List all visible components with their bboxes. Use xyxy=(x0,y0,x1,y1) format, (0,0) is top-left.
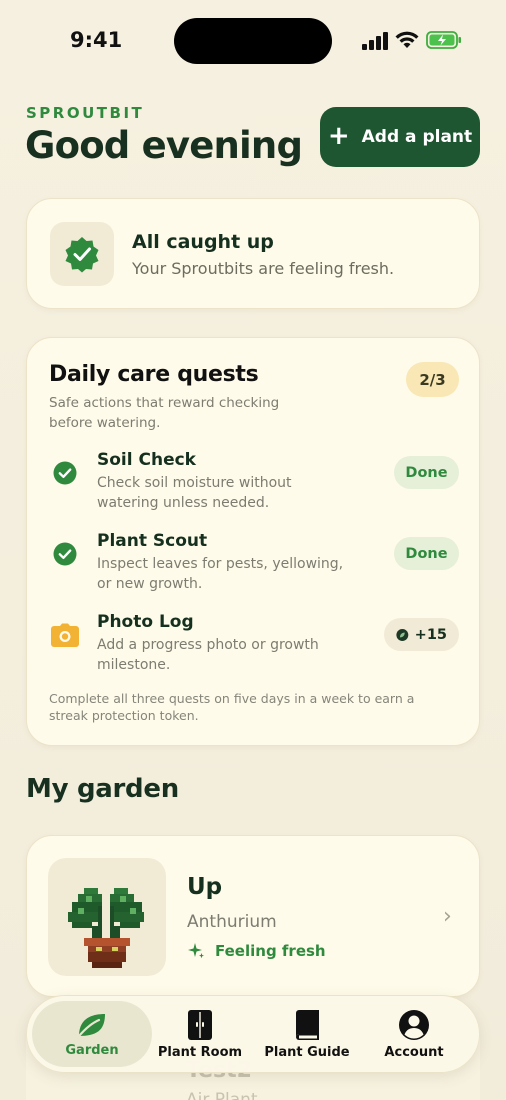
tab-label: Plant Guide xyxy=(264,1044,350,1060)
verified-badge-icon xyxy=(65,237,99,273)
quest-item-photo-log[interactable]: Photo Log Add a progress photo or growth… xyxy=(49,612,459,682)
sparkle-icon xyxy=(188,943,204,959)
plant-species: Anthurium xyxy=(187,912,277,932)
person-circle-icon xyxy=(399,1009,429,1040)
brand-label: SPROUTBIT xyxy=(26,104,145,122)
quests-subtitle: Safe actions that reward checking before… xyxy=(49,395,280,431)
battery-icon xyxy=(426,31,461,49)
add-plant-button[interactable]: + Add a plant xyxy=(320,107,480,167)
garden-title: My garden xyxy=(26,774,179,804)
tab-label: Garden xyxy=(65,1042,119,1058)
quest-reward-badge: +15 xyxy=(384,618,459,651)
quest-item-soil-check[interactable]: Soil Check Check soil moisture without w… xyxy=(49,450,459,520)
signal-icon xyxy=(362,32,388,50)
plant-name: Up xyxy=(187,874,223,900)
camera-icon xyxy=(51,623,79,647)
leaf-coin-icon xyxy=(396,628,409,641)
quest-name: Plant Scout xyxy=(97,531,208,551)
plant-status: Feeling fresh xyxy=(187,942,326,960)
pixel-plant-image xyxy=(68,888,144,968)
tab-plant-guide[interactable]: Plant Guide xyxy=(247,1001,367,1067)
tab-garden[interactable]: Garden xyxy=(32,1001,152,1067)
quest-item-plant-scout[interactable]: Plant Scout Inspect leaves for pests, ye… xyxy=(49,531,459,601)
tab-bar: Garden Plant Room Plant Guide Account xyxy=(26,995,480,1073)
status-bar: 9:41 xyxy=(0,0,506,80)
greeting-title: Good evening xyxy=(25,124,303,167)
plus-icon: + xyxy=(327,120,350,151)
add-plant-label: Add a plant xyxy=(361,127,473,147)
quest-name: Photo Log xyxy=(97,612,194,632)
quest-status-badge: Done xyxy=(394,456,459,489)
tab-account[interactable]: Account xyxy=(354,1001,474,1067)
wifi-icon xyxy=(395,31,419,48)
status-title: All caught up xyxy=(132,231,274,253)
book-icon xyxy=(296,1009,319,1040)
quests-title: Daily care quests xyxy=(49,362,259,387)
check-circle-icon xyxy=(53,542,77,566)
status-subtitle: Your Sproutbits are feeling fresh. xyxy=(132,259,395,278)
quests-card: Daily care quests Safe actions that rewa… xyxy=(26,337,480,746)
plant-card[interactable]: Up Anthurium Feeling fresh › xyxy=(26,835,480,997)
quest-status-badge: Done xyxy=(394,537,459,570)
plant-species-partial: Air Plant xyxy=(186,1090,258,1100)
status-card: All caught up Your Sproutbits are feelin… xyxy=(26,198,480,309)
plant-status-label: Feeling fresh xyxy=(215,942,326,960)
quest-description: Add a progress photo or growth milestone… xyxy=(97,637,319,673)
cabinet-icon xyxy=(188,1009,212,1040)
tab-label: Account xyxy=(384,1044,444,1060)
status-time: 9:41 xyxy=(70,28,123,52)
screen: 9:41 SPROUTBIT Good evening + Add a plan… xyxy=(0,0,506,1100)
quests-footer-note: Complete all three quests on five days i… xyxy=(49,691,415,723)
plant-thumbnail xyxy=(48,858,166,976)
tab-plant-room[interactable]: Plant Room xyxy=(140,1001,260,1067)
check-circle-icon xyxy=(53,461,77,485)
quest-reward-value: +15 xyxy=(414,626,447,643)
tab-label: Plant Room xyxy=(157,1044,243,1060)
quest-description: Inspect leaves for pests, yellowing, or … xyxy=(97,556,344,592)
quests-progress-badge: 2/3 xyxy=(406,362,459,397)
chevron-right-icon: › xyxy=(443,904,452,929)
quest-name: Soil Check xyxy=(97,450,196,470)
dynamic-island xyxy=(174,18,332,64)
leaf-icon xyxy=(77,1013,105,1037)
quest-description: Check soil moisture without watering unl… xyxy=(97,475,292,511)
status-icon-box xyxy=(50,222,114,286)
